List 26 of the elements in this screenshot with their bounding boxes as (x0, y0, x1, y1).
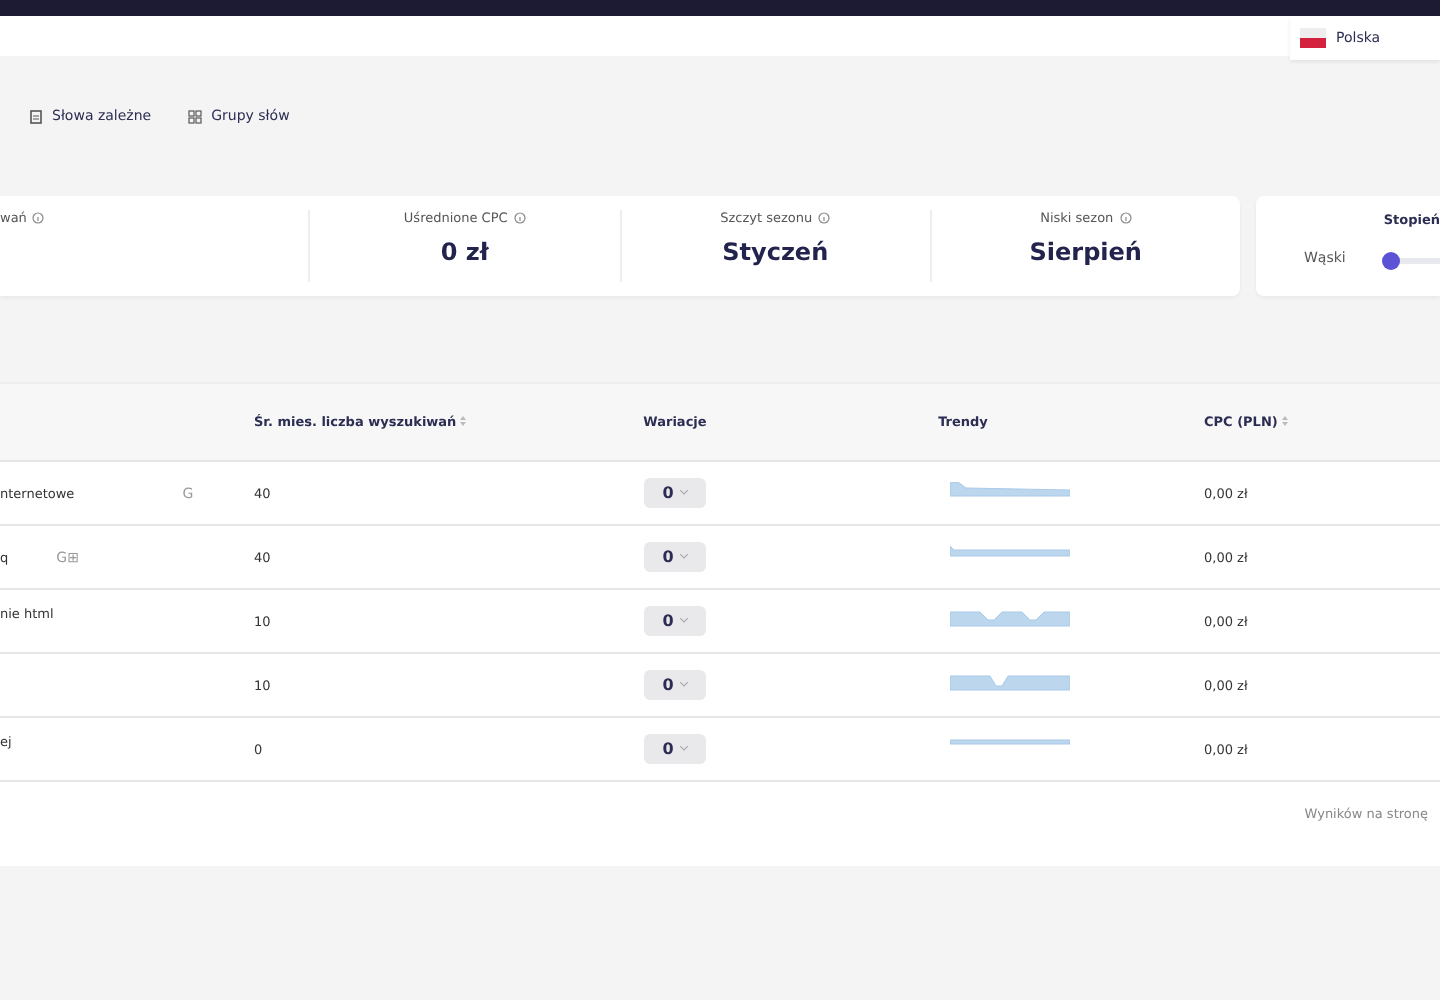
caret-icon (679, 490, 688, 496)
stat-value: Styczeń (722, 238, 829, 266)
trend-sparkline (950, 674, 1070, 692)
slider-thumb[interactable] (1382, 252, 1401, 270)
trend-sparkline (950, 482, 1070, 500)
variations-dropdown[interactable]: 0 (644, 478, 706, 508)
variations-dropdown[interactable]: 0 (644, 606, 706, 636)
info-icon (1119, 212, 1132, 224)
caret-icon (679, 554, 688, 560)
info-icon (818, 212, 831, 224)
trend-sparkline (950, 610, 1070, 628)
grid-icon (187, 109, 202, 123)
stat-value: Sierpień (1029, 238, 1142, 266)
sort-icon[interactable] (460, 416, 467, 426)
flag-icon (1300, 28, 1326, 48)
caret-icon (679, 682, 688, 688)
document-icon (30, 109, 42, 123)
stat-value: 0 zł (440, 238, 489, 266)
info-icon (32, 212, 45, 224)
sort-icon[interactable] (1282, 416, 1289, 426)
info-icon (513, 212, 526, 224)
variations-dropdown[interactable]: 0 (644, 542, 706, 572)
variations-dropdown[interactable]: 0 (644, 734, 706, 764)
caret-icon (679, 618, 688, 624)
variations-dropdown[interactable]: 0 (644, 670, 706, 700)
caret-icon (679, 746, 688, 752)
